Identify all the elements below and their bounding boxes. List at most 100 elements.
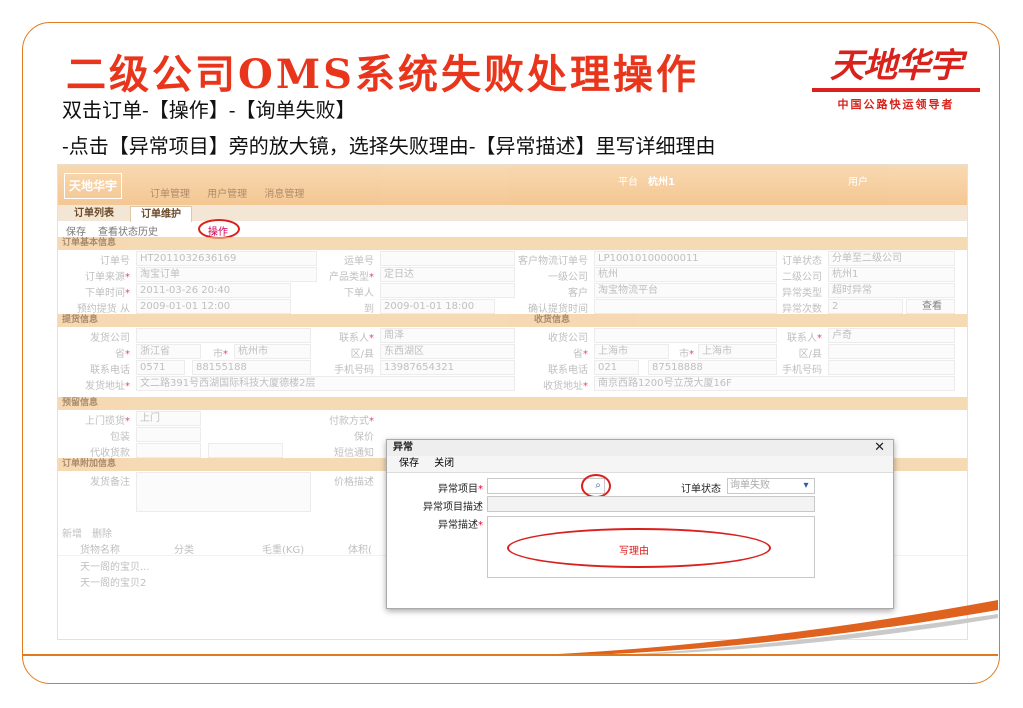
pickup-from-label: 预约提货 从	[76, 304, 130, 315]
slide-title: 二级公司OMS系统失败处理操作	[66, 51, 700, 98]
form-row: 订单来源* 淘宝订单 产品类型* 定日达 一级公司 杭州 二级公司 杭州1	[58, 266, 967, 283]
order-source-select[interactable]: 淘宝订单	[136, 267, 317, 282]
shipper-mobile-field[interactable]: 13987654321	[380, 360, 515, 375]
form-row: 发货地址* 文二路391号西湖国际科技大厦德楼2层 收货地址* 南京西路1200…	[58, 375, 967, 392]
customer-field[interactable]: 淘宝物流平台	[594, 283, 777, 298]
shipper-city-label: 市*	[213, 349, 228, 360]
shipper-contact-label: 联系人*	[339, 333, 374, 344]
col-volume: 体积(	[348, 545, 372, 556]
col-category: 分类	[174, 545, 194, 556]
door-pickup-select[interactable]: 上门	[136, 411, 201, 426]
section-booking: 预留信息	[58, 397, 967, 410]
shipper-mobile-label: 手机号码	[334, 365, 374, 376]
col-goods-name: 货物名称	[80, 545, 120, 556]
shipper-address-label: 发货地址*	[85, 381, 130, 392]
dialog-save-button[interactable]: 保存	[399, 458, 419, 469]
second-company-field[interactable]: 杭州1	[828, 267, 955, 282]
receiver-district-field[interactable]	[828, 344, 955, 359]
section-pickup: 提货信息 收货信息	[58, 314, 967, 327]
form-row: 上门揽货* 上门 付款方式*	[58, 410, 967, 427]
shipper-phone-area-field[interactable]: 0571	[136, 360, 185, 375]
save-button[interactable]: 保存	[66, 223, 86, 238]
receiver-company-field[interactable]	[594, 328, 777, 343]
status-history-button[interactable]: 查看状态历史	[98, 223, 158, 238]
receiver-address-field[interactable]: 南京西路1200号立茂大厦16F	[594, 376, 955, 391]
remark-label: 发货备注	[90, 477, 130, 488]
order-status-select[interactable]: 分单至二级公司	[828, 251, 955, 266]
order-time-label: 下单时间*	[85, 288, 130, 299]
product-type-label: 产品类型*	[329, 272, 374, 283]
add-goods-button[interactable]: 新增	[62, 525, 82, 540]
close-icon[interactable]: ✕	[874, 440, 885, 456]
company-logo: 天地华宇 中国公路快运领导者	[812, 44, 980, 112]
first-company-field[interactable]: 杭州	[594, 267, 777, 282]
col-weight: 毛重(KG)	[262, 545, 305, 556]
abnormal-type-label: 异常类型	[782, 288, 822, 299]
goods-name: 天一阁的宝贝2	[80, 578, 147, 589]
waybill-field[interactable]	[380, 251, 515, 266]
view-button[interactable]: 查看	[906, 299, 955, 314]
search-highlight-circle	[581, 474, 611, 498]
receiver-city-label: 市*	[679, 349, 694, 360]
abnormal-item-desc-field[interactable]	[487, 496, 815, 512]
confirm-time-field[interactable]	[594, 299, 777, 314]
shipper-district-field[interactable]: 东西湖区	[380, 344, 515, 359]
package-select[interactable]	[136, 427, 201, 442]
tab-order-maintain[interactable]: 订单维护	[130, 206, 192, 222]
logo-tagline: 中国公路快运领导者	[837, 98, 955, 111]
cust-order-no-field[interactable]: LP10010100000011	[594, 251, 777, 266]
abnormal-dialog: 异常 ✕ 保存 关闭 异常项目* ⌕ 订单状态 询单失败 ▾ 异常项目描述 异常描…	[386, 439, 894, 609]
shipper-address-field[interactable]: 文二路391号西湖国际科技大厦德楼2层	[136, 376, 515, 391]
abnormal-count-field[interactable]: 2	[828, 299, 903, 314]
instruction-line-1: 双击订单-【操作】-【询单失败】	[62, 98, 356, 122]
order-no-field[interactable]: HT2011032636169	[136, 251, 317, 266]
tab-order-list[interactable]: 订单列表	[64, 206, 124, 221]
order-time-field[interactable]: 2011-03-26 20:40	[136, 283, 291, 298]
receiver-district-label: 区/县	[798, 349, 822, 360]
package-label: 包装	[110, 432, 130, 443]
shipper-phone-field[interactable]: 88155188	[192, 360, 311, 375]
shipper-company-field[interactable]	[136, 328, 311, 343]
receiver-phone-area-field[interactable]: 021	[594, 360, 639, 375]
app-logo: 天地华宇	[64, 173, 122, 199]
form-row: 发货公司 联系人* 周泽 收货公司 联系人* 卢奇	[58, 327, 967, 344]
menu-user-mgmt[interactable]: 用户管理	[207, 189, 247, 200]
toolbar: 保存 查看状态历史 操作	[58, 219, 967, 239]
receiver-address-label: 收货地址*	[543, 381, 588, 392]
cod-label: 代收货款	[90, 448, 130, 459]
shipper-province-field[interactable]: 浙江省	[136, 344, 201, 359]
cod-amount-field[interactable]	[208, 443, 283, 458]
shipper-phone-label: 联系电话	[90, 365, 130, 376]
pickup-to-field[interactable]: 2009-01-01 18:00	[380, 299, 495, 314]
delete-goods-button[interactable]: 删除	[92, 525, 112, 540]
receiver-contact-field[interactable]: 卢奇	[828, 328, 955, 343]
product-type-select[interactable]: 定日达	[380, 267, 515, 282]
second-company-label: 二级公司	[782, 272, 822, 283]
decorative-swoosh	[558, 600, 998, 656]
section-order-basic: 订单基本信息	[58, 237, 967, 250]
receiver-contact-label: 联系人*	[787, 333, 822, 344]
remark-field[interactable]	[136, 472, 311, 512]
shipper-contact-field[interactable]: 周泽	[380, 328, 515, 343]
goods-name: 天一阁的宝贝...	[80, 562, 150, 573]
dialog-close-button[interactable]: 关闭	[434, 458, 454, 469]
form-row: 订单号 HT2011032636169 运单号 客户物流订单号 LP100101…	[58, 250, 967, 267]
app-screenshot: 天地华宇 订单管理 用户管理 消息管理 平台 杭州1 用户 订单列表 订单维护 保…	[57, 164, 968, 640]
receiver-province-label: 省*	[573, 349, 588, 360]
menu-message-mgmt[interactable]: 消息管理	[264, 189, 304, 200]
confirm-time-label: 确认提货时间	[528, 304, 588, 315]
abnormal-item-desc-label: 异常项目描述	[423, 502, 483, 513]
cod-select[interactable]	[136, 443, 201, 458]
shipper-city-field[interactable]: 杭州市	[234, 344, 311, 359]
receiver-province-field[interactable]: 上海市	[594, 344, 669, 359]
orderer-label: 下单人	[344, 288, 374, 299]
dialog-toolbar: 保存 关闭	[387, 456, 893, 473]
shipper-province-label: 省*	[115, 349, 130, 360]
receiver-mobile-field[interactable]	[828, 360, 955, 375]
door-pickup-label: 上门揽货*	[85, 416, 130, 427]
order-source-label: 订单来源*	[85, 272, 130, 283]
pickup-from-field[interactable]: 2009-01-01 12:00	[136, 299, 291, 314]
menu-order-mgmt[interactable]: 订单管理	[150, 189, 190, 200]
abnormal-type-select[interactable]: 超时异常	[828, 283, 955, 298]
orderer-field[interactable]	[380, 283, 515, 298]
